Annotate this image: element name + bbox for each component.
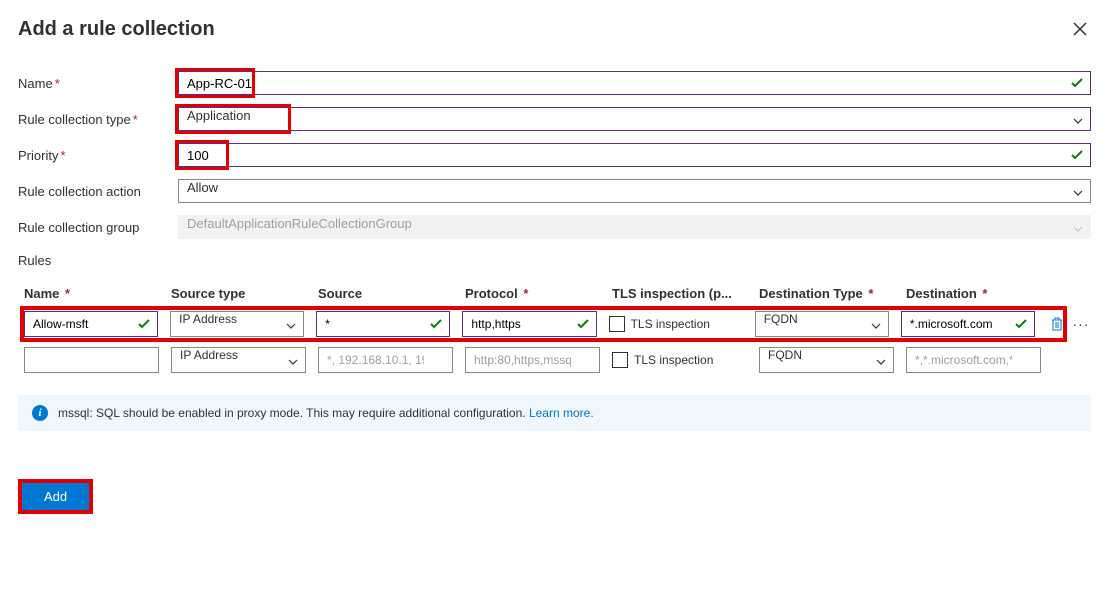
rule-name-input[interactable] xyxy=(24,311,158,337)
info-icon: i xyxy=(32,405,48,421)
rule-protocol-input[interactable] xyxy=(462,311,596,337)
dots-icon: ··· xyxy=(1072,316,1089,332)
rules-section-label: Rules xyxy=(18,253,1091,268)
group-label: Rule collection group xyxy=(18,220,178,235)
rule-row: IP Address TLS inspection FQDN ··· xyxy=(24,311,1091,337)
add-button[interactable]: Add xyxy=(22,483,89,510)
rule-destination-input[interactable] xyxy=(901,311,1035,337)
rule-source-input[interactable] xyxy=(318,347,453,373)
rule-dest-type-select[interactable]: FQDN xyxy=(759,347,894,373)
rule-dest-type-select[interactable]: FQDN xyxy=(755,311,889,337)
rule-destination-input[interactable] xyxy=(906,347,1041,373)
rule-tls-checkbox[interactable] xyxy=(609,316,625,332)
priority-input[interactable] xyxy=(178,143,1091,167)
type-label: Rule collection type* xyxy=(18,112,178,127)
close-icon xyxy=(1073,22,1087,36)
name-label: Name* xyxy=(18,76,178,91)
rule-name-input[interactable] xyxy=(24,347,159,373)
tls-inspection-label: TLS inspection xyxy=(631,317,710,331)
group-select: DefaultApplicationRuleCollectionGroup xyxy=(178,215,1091,239)
name-input[interactable] xyxy=(178,71,1091,95)
rules-header-row: Name * Source type Source Protocol * TLS… xyxy=(24,286,1091,311)
info-banner: i mssql: SQL should be enabled in proxy … xyxy=(18,395,1091,431)
rule-tls-checkbox[interactable] xyxy=(612,352,628,368)
more-actions-button[interactable]: ··· xyxy=(1071,314,1091,334)
info-text: mssql: SQL should be enabled in proxy mo… xyxy=(58,406,526,420)
trash-icon xyxy=(1050,317,1064,331)
rule-source-type-select[interactable]: IP Address xyxy=(171,347,306,373)
delete-rule-button[interactable] xyxy=(1047,314,1067,334)
close-button[interactable] xyxy=(1069,18,1091,43)
learn-more-link[interactable]: Learn more. xyxy=(529,406,594,420)
tls-inspection-label: TLS inspection xyxy=(634,353,713,367)
rule-source-type-select[interactable]: IP Address xyxy=(170,311,304,337)
page-title: Add a rule collection xyxy=(18,18,215,41)
priority-label: Priority* xyxy=(18,148,178,163)
rule-source-input[interactable] xyxy=(316,311,450,337)
type-select[interactable]: Application xyxy=(178,107,1091,131)
action-select[interactable]: Allow xyxy=(178,179,1091,203)
rule-row: IP Address TLS inspection FQDN xyxy=(24,347,1091,373)
rule-protocol-input[interactable] xyxy=(465,347,600,373)
action-label: Rule collection action xyxy=(18,184,178,199)
